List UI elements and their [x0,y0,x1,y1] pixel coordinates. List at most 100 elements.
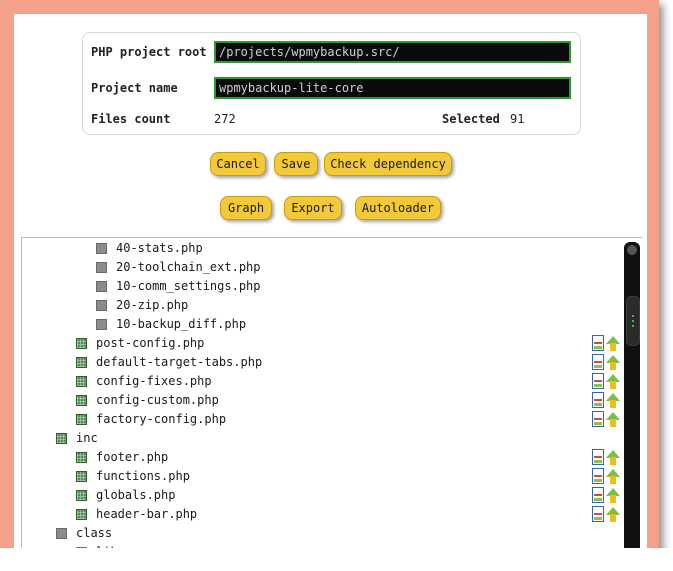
dependency-arrow-stem-icon [610,457,616,465]
file-view-icon[interactable] [592,487,604,503]
tree-checkbox[interactable] [76,338,87,349]
tree-checkbox[interactable] [96,319,107,330]
dependency-arrow-stem-icon [610,419,616,427]
selected-label: Selected [442,112,500,126]
file-actions[interactable] [592,335,624,353]
tree-item-name: functions.php [96,469,190,483]
check-dependency-button[interactable]: Check dependency [324,152,452,176]
dependency-arrow-stem-icon [610,476,616,484]
tree-item-name: factory-config.php [96,412,227,426]
graph-button[interactable]: Graph [220,196,272,220]
file-actions[interactable] [592,373,624,391]
tree-item-name: 10-comm_settings.php [116,279,261,293]
project-root-label: PHP project root [91,45,207,59]
tree-checkbox[interactable] [76,471,87,482]
tree-checkbox[interactable] [76,452,87,463]
dependency-arrow-stem-icon [610,495,616,503]
tree-checkbox[interactable] [96,243,107,254]
tree-row[interactable]: config-custom.php [22,392,627,412]
dependency-arrow-stem-icon [610,343,616,351]
tree-checkbox[interactable] [76,395,87,406]
tree-checkbox[interactable] [56,528,67,539]
file-actions[interactable] [592,411,624,429]
tree-item-name: 20-toolchain_ext.php [116,260,261,274]
cancel-button[interactable]: Cancel [210,152,266,176]
file-tree[interactable]: 40-stats.php 20-toolchain_ext.php 10-comm_… [21,237,642,556]
file-view-icon[interactable] [592,411,604,427]
tree-checkbox[interactable] [76,509,87,520]
tree-row[interactable]: config-fixes.php [22,373,627,393]
tree-row[interactable]: header-bar.php [22,506,627,526]
export-button[interactable]: Export [284,196,342,220]
file-view-icon[interactable] [592,449,604,465]
grip-dot [632,325,634,327]
tree-row[interactable]: 20-toolchain_ext.php [22,260,627,279]
grip-dot [632,315,634,317]
file-actions[interactable] [592,487,624,505]
selected-value: 91 [510,112,525,126]
tree-row[interactable]: 20-zip.php [22,298,627,317]
file-view-icon[interactable] [592,335,604,351]
tree-row[interactable]: default-target-tabs.php [22,354,627,374]
file-actions[interactable] [592,506,624,524]
dependency-arrow-stem-icon [610,381,616,389]
scroll-up-icon[interactable] [627,245,637,255]
tree-checkbox[interactable] [96,281,107,292]
scrollbar-thumb[interactable] [626,296,640,346]
files-count-value: 272 [214,112,236,126]
tree-row[interactable]: globals.php [22,487,627,507]
tree-checkbox[interactable] [76,357,87,368]
project-name-field[interactable]: wpmybackup-lite-core [214,77,571,99]
dependency-arrow-stem-icon [610,400,616,408]
tree-item-name: 20-zip.php [116,298,189,312]
window-frame: PHP project root /projects/wpmybackup.sr… [0,0,659,556]
project-root-field[interactable]: /projects/wpmybackup.src/ [214,41,571,63]
file-view-icon[interactable] [592,392,604,408]
file-view-icon[interactable] [592,354,604,370]
file-view-icon[interactable] [592,468,604,484]
tree-row[interactable]: 10-comm_settings.php [22,279,627,298]
file-view-icon[interactable] [592,506,604,522]
tree-checkbox[interactable] [96,262,107,273]
torn-edge [0,548,673,571]
tree-item-name: post-config.php [96,336,205,350]
file-actions[interactable] [592,449,624,467]
tree-checkbox[interactable] [76,414,87,425]
tree-item-name: header-bar.php [96,507,198,521]
tree-row[interactable]: functions.php [22,468,627,488]
tree-item-name: inc [76,431,98,445]
file-actions[interactable] [592,354,624,372]
tree-row[interactable]: 40-stats.php [22,241,627,260]
tree-item-name: footer.php [96,450,169,464]
tree-item-name: globals.php [96,488,176,502]
tree-item-name: 40-stats.php [116,241,203,255]
tree-row[interactable]: footer.php [22,449,627,469]
tree-row[interactable]: 10-backup_diff.php [22,317,627,336]
save-button[interactable]: Save [274,152,318,176]
grip-dot [632,320,634,322]
file-actions[interactable] [592,392,624,410]
tree-item-name: default-target-tabs.php [96,355,263,369]
project-name-label: Project name [91,81,178,95]
tree-checkbox[interactable] [76,490,87,501]
tree-checkbox[interactable] [56,433,67,444]
dependency-arrow-stem-icon [610,514,616,522]
tree-row[interactable]: inc [22,431,627,450]
tree-scrollbar[interactable] [624,242,640,556]
tree-item-name: 10-backup_diff.php [116,317,247,331]
dependency-arrow-stem-icon [610,362,616,370]
tree-row[interactable]: class [22,526,627,545]
files-count-label: Files count [91,112,171,126]
autoloader-button[interactable]: Autoloader [355,196,441,220]
tree-item-name: class [76,526,113,540]
tree-checkbox[interactable] [96,300,107,311]
file-view-icon[interactable] [592,373,604,389]
tree-row[interactable]: post-config.php [22,335,627,355]
content-area: PHP project root /projects/wpmybackup.sr… [14,14,647,556]
tree-checkbox[interactable] [76,376,87,387]
tree-row[interactable]: factory-config.php [22,411,627,431]
tree-item-name: config-custom.php [96,393,219,407]
file-actions[interactable] [592,468,624,486]
tree-item-name: config-fixes.php [96,374,212,388]
project-info-panel: PHP project root /projects/wpmybackup.sr… [82,32,581,135]
